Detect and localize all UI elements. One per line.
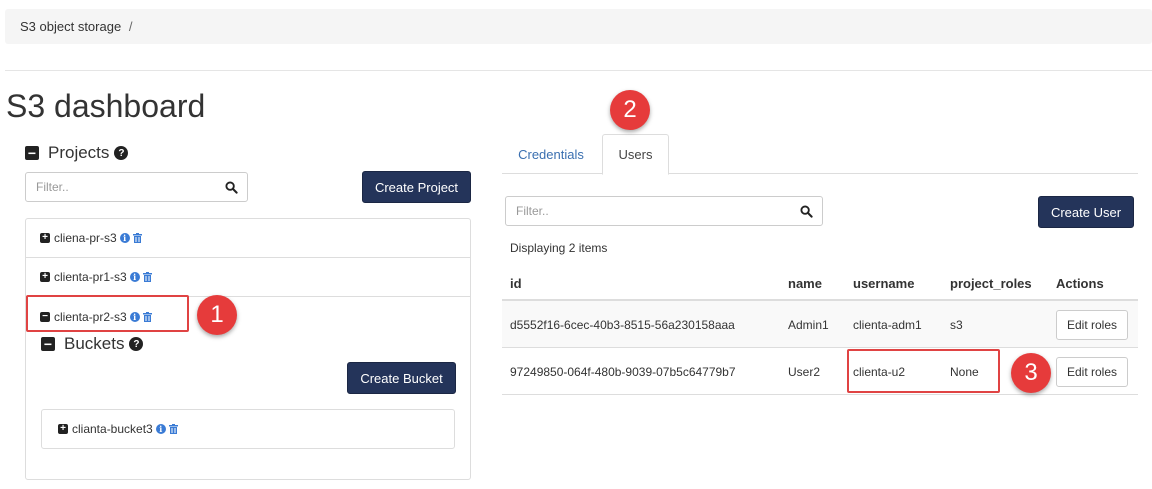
project-row[interactable]: + cliena-pr-s3 i xyxy=(26,219,470,258)
info-circle-icon[interactable]: i xyxy=(119,233,130,243)
buckets-heading-label: Buckets xyxy=(64,334,125,353)
question-circle-icon[interactable]: ? xyxy=(114,146,129,160)
column-header-project-roles[interactable]: project_roles xyxy=(950,266,1032,300)
search-icon[interactable] xyxy=(800,205,813,218)
info-circle-icon[interactable]: i xyxy=(129,272,140,282)
cell-project-roles: None xyxy=(950,364,979,379)
annotation-marker-3: 3 xyxy=(1011,353,1051,393)
trash-icon[interactable] xyxy=(132,233,142,243)
tab-users[interactable]: Users xyxy=(602,134,669,175)
projects-filter xyxy=(25,172,248,202)
tab-bar: Credentials Users xyxy=(502,134,1138,175)
projects-heading-label: Projects xyxy=(48,143,110,162)
edit-roles-button[interactable]: Edit roles xyxy=(1056,310,1128,340)
annotation-marker-1: 1 xyxy=(197,295,237,335)
bucket-name[interactable]: clianta-bucket3 xyxy=(72,422,153,436)
breadcrumb-item[interactable]: S3 object storage xyxy=(20,19,121,34)
users-filter xyxy=(505,196,823,226)
tab-credentials[interactable]: Credentials xyxy=(502,134,600,174)
info-circle-icon[interactable]: i xyxy=(155,424,166,434)
minus-square-icon[interactable]: − xyxy=(25,146,39,160)
create-project-button[interactable]: Create Project xyxy=(362,171,471,203)
project-row[interactable]: + clienta-pr1-s3 i xyxy=(26,258,470,297)
column-header-name[interactable]: name xyxy=(788,266,822,300)
cell-id: 97249850-064f-480b-9039-07b5c64779b7 xyxy=(510,364,736,379)
create-bucket-button[interactable]: Create Bucket xyxy=(347,362,456,394)
search-icon[interactable] xyxy=(225,181,238,194)
bucket-row[interactable]: + clianta-bucket3 i xyxy=(41,409,455,449)
breadcrumb-separator: / xyxy=(128,19,133,34)
trash-icon[interactable] xyxy=(168,424,178,434)
info-circle-icon[interactable]: i xyxy=(129,311,140,322)
trash-icon[interactable] xyxy=(142,311,152,322)
projects-panel: + cliena-pr-s3 i + clienta-pr1-s3 i − cl… xyxy=(25,218,471,480)
minus-square-icon[interactable]: − xyxy=(41,337,55,351)
projects-filter-input[interactable] xyxy=(26,173,247,201)
display-count: Displaying 2 items xyxy=(510,241,608,255)
column-header-username[interactable]: username xyxy=(853,266,914,300)
cell-username: clienta-u2 xyxy=(853,364,906,379)
plus-square-icon[interactable]: + xyxy=(40,272,50,282)
minus-square-icon[interactable]: − xyxy=(40,311,50,322)
column-header-actions: Actions xyxy=(1056,275,1104,291)
buckets-heading: − Buckets ? xyxy=(41,334,144,354)
cell-project-roles: s3 xyxy=(950,317,963,332)
project-name[interactable]: cliena-pr-s3 xyxy=(54,231,117,245)
project-row-expanded[interactable]: − clienta-pr2-s3 i xyxy=(26,297,470,336)
cell-id: d5552f16-6cec-40b3-8515-56a230158aaa xyxy=(510,317,735,332)
plus-square-icon[interactable]: + xyxy=(40,233,50,243)
project-name[interactable]: clienta-pr1-s3 xyxy=(54,270,127,284)
projects-heading: − Projects ? xyxy=(25,143,129,163)
trash-icon[interactable] xyxy=(142,272,152,282)
project-name[interactable]: clienta-pr2-s3 xyxy=(54,310,127,324)
cell-name: Admin1 xyxy=(788,317,829,332)
table-row: d5552f16-6cec-40b3-8515-56a230158aaa Adm… xyxy=(502,301,1138,348)
page-title: S3 dashboard xyxy=(6,88,206,124)
annotation-marker-2: 2 xyxy=(610,90,650,130)
cell-username: clienta-adm1 xyxy=(853,317,922,332)
cell-name: User2 xyxy=(788,364,821,379)
users-filter-input[interactable] xyxy=(506,197,822,225)
question-circle-icon[interactable]: ? xyxy=(129,337,144,351)
divider xyxy=(5,70,1152,71)
breadcrumb: S3 object storage / xyxy=(5,9,1152,44)
create-user-button[interactable]: Create User xyxy=(1038,196,1134,228)
plus-square-icon[interactable]: + xyxy=(58,424,68,434)
edit-roles-button[interactable]: Edit roles xyxy=(1056,357,1128,387)
column-header-id[interactable]: id xyxy=(510,266,522,300)
